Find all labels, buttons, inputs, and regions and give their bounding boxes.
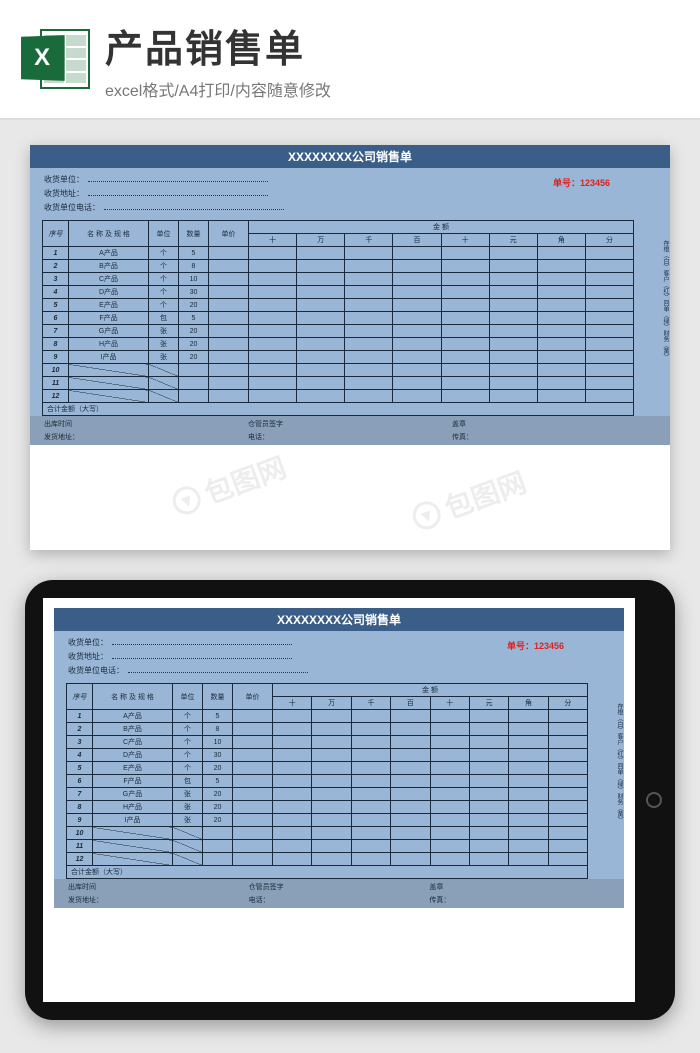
col-price: 单价 <box>209 221 249 247</box>
excel-icon: X <box>20 24 90 94</box>
table-row: 1A产品个5 <box>43 247 634 260</box>
order-number: 单号：123456 <box>553 176 610 189</box>
table-row: 9I产品张20 <box>67 814 588 827</box>
form-title: XXXXXXXX公司销售单 <box>30 145 670 168</box>
recv-tel-label: 收货单位电话： <box>44 202 100 213</box>
table-row: 5E产品个20 <box>43 299 634 312</box>
page-subtitle: excel格式/A4打印/内容随意修改 <box>105 77 680 101</box>
col-unit: 单位 <box>149 221 179 247</box>
sales-table: 序号 名 称 及 规 格 单位 数量 单价 金 额 十 万 千 百 十 元 角 … <box>42 220 634 416</box>
total-label: 合计金额（大写） <box>43 403 634 416</box>
table-row: 3C产品个10 <box>67 736 588 749</box>
form-footer-2: 发货地址： 电话： 传真： <box>30 432 670 445</box>
table-row: 7G产品张20 <box>43 325 634 338</box>
table-row: 12 <box>67 853 588 866</box>
table-row: 4D产品个30 <box>67 749 588 762</box>
table-row: 2B产品个8 <box>67 723 588 736</box>
watermark: ▾包图网 <box>167 446 292 524</box>
recv-addr-label: 收货地址： <box>44 188 84 199</box>
table-row: 8H产品张20 <box>43 338 634 351</box>
spreadsheet-preview-tablet: XXXXXXXX公司销售单 收货单位： 收货地址： 收货单位电话： 单号：123… <box>54 608 624 928</box>
col-amount: 金 额 <box>249 221 634 234</box>
col-seq: 序号 <box>43 221 69 247</box>
table-row: 8H产品张20 <box>67 801 588 814</box>
table-row: 12 <box>43 390 634 403</box>
table-row: 10 <box>43 364 634 377</box>
spreadsheet-preview: XXXXXXXX公司销售单 收货单位： 收货地址： 收货单位电话： 单号：123… <box>30 145 670 550</box>
col-name: 名 称 及 规 格 <box>69 221 149 247</box>
table-row: 1A产品个5 <box>67 710 588 723</box>
table-row: 4D产品个30 <box>43 286 634 299</box>
page-title: 产品销售单 <box>105 18 680 73</box>
table-row: 9I产品张20 <box>43 351 634 364</box>
side-note: 存根（白）客户（红）回单（绿）财务（黄） <box>650 240 668 360</box>
table-row: 11 <box>43 377 634 390</box>
table-row: 11 <box>67 840 588 853</box>
table-row: 2B产品个8 <box>43 260 634 273</box>
table-row: 10 <box>67 827 588 840</box>
tablet-home-button-icon <box>646 792 662 808</box>
table-row: 3C产品个10 <box>43 273 634 286</box>
table-row: 7G产品张20 <box>67 788 588 801</box>
watermark: ▾包图网 <box>407 461 532 539</box>
table-row: 6F产品包5 <box>43 312 634 325</box>
recv-unit-label: 收货单位： <box>44 174 84 185</box>
page-header: X 产品销售单 excel格式/A4打印/内容随意修改 <box>0 0 700 120</box>
excel-icon-letter: X <box>21 35 65 81</box>
tablet-mockup: XXXXXXXX公司销售单 收货单位： 收货地址： 收货单位电话： 单号：123… <box>25 580 675 1020</box>
form-footer-1: 出库时间 仓管员签字 盖章 <box>30 416 670 432</box>
form-header: 收货单位： 收货地址： 收货单位电话： 单号：123456 <box>30 168 670 220</box>
table-row: 6F产品包5 <box>67 775 588 788</box>
table-row: 5E产品个20 <box>67 762 588 775</box>
col-qty: 数量 <box>179 221 209 247</box>
